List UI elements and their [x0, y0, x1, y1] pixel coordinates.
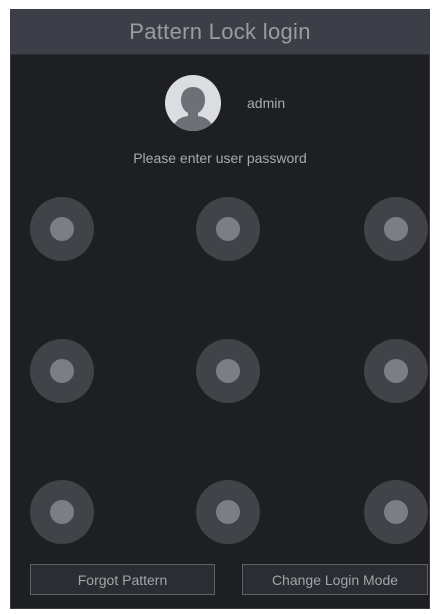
pattern-node-dot	[216, 217, 240, 241]
pattern-node-dot	[216, 359, 240, 383]
pattern-node-3[interactable]	[364, 197, 428, 261]
forgot-pattern-button[interactable]: Forgot Pattern	[30, 564, 215, 595]
username: admin	[247, 95, 286, 111]
pattern-node-5[interactable]	[196, 339, 260, 403]
pattern-node-dot	[50, 500, 74, 524]
pattern-node-7[interactable]	[30, 480, 94, 544]
title-bar: Pattern Lock login	[11, 10, 429, 55]
pattern-node-dot	[384, 359, 408, 383]
user-info: admin	[165, 75, 285, 131]
pattern-node-4[interactable]	[30, 339, 94, 403]
pattern-node-1[interactable]	[30, 197, 94, 261]
pattern-node-dot	[216, 500, 240, 524]
pattern-node-8[interactable]	[196, 480, 260, 544]
pattern-node-dot	[50, 359, 74, 383]
password-prompt: Please enter user password	[133, 150, 307, 166]
pattern-lock-dialog: Pattern Lock login admin Please enter us…	[10, 9, 430, 609]
user-avatar-icon	[165, 75, 221, 131]
pattern-node-6[interactable]	[364, 339, 428, 403]
pattern-node-9[interactable]	[364, 480, 428, 544]
pattern-node-dot	[384, 500, 408, 524]
pattern-node-dot	[50, 217, 74, 241]
pattern-node-2[interactable]	[196, 197, 260, 261]
change-login-mode-button[interactable]: Change Login Mode	[242, 564, 428, 595]
pattern-node-dot	[384, 217, 408, 241]
dialog-title: Pattern Lock login	[129, 19, 311, 44]
